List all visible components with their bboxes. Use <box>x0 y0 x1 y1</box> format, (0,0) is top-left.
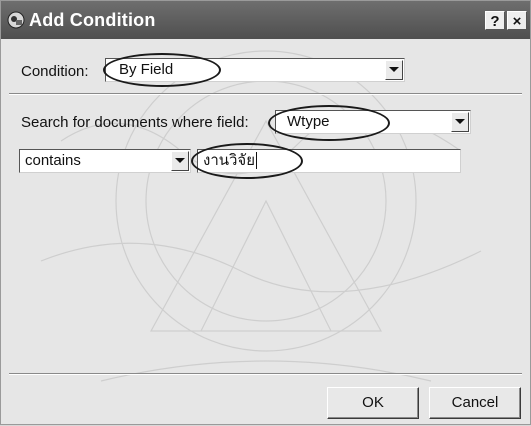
field-select[interactable]: Wtype <box>275 110 471 134</box>
field-dropdown-button[interactable] <box>451 112 469 132</box>
footer-divider <box>9 373 522 375</box>
help-icon: ? <box>490 13 500 30</box>
text-cursor <box>256 152 258 169</box>
field-select-value: Wtype <box>287 113 330 130</box>
close-button[interactable]: × <box>507 11 527 30</box>
condition-label: Condition: <box>21 63 89 80</box>
dropdown-arrow-icon <box>455 119 465 124</box>
search-text-input[interactable]: งานวิจัย <box>197 149 461 173</box>
section-divider <box>9 93 522 95</box>
app-icon <box>7 11 25 29</box>
cancel-button[interactable]: Cancel <box>429 387 521 419</box>
ok-button[interactable]: OK <box>327 387 419 419</box>
search-field-label: Search for documents where field: <box>21 114 249 131</box>
operator-select-value: contains <box>25 152 81 169</box>
search-text-value: งานวิจัย <box>203 152 256 169</box>
operator-dropdown-button[interactable] <box>171 151 189 171</box>
dialog-title: Add Condition <box>29 10 156 30</box>
condition-dropdown-button[interactable] <box>385 60 403 80</box>
operator-select[interactable]: contains <box>19 149 191 173</box>
add-condition-dialog: Add Condition ? × Condition: By Field Se… <box>0 0 531 425</box>
close-icon: × <box>512 13 522 30</box>
title-bar[interactable]: Add Condition ? × <box>1 1 530 39</box>
dropdown-arrow-icon <box>389 67 399 72</box>
help-button[interactable]: ? <box>485 11 505 30</box>
dropdown-arrow-icon <box>175 158 185 163</box>
condition-select-value: By Field <box>119 61 174 78</box>
condition-select[interactable]: By Field <box>105 58 405 82</box>
